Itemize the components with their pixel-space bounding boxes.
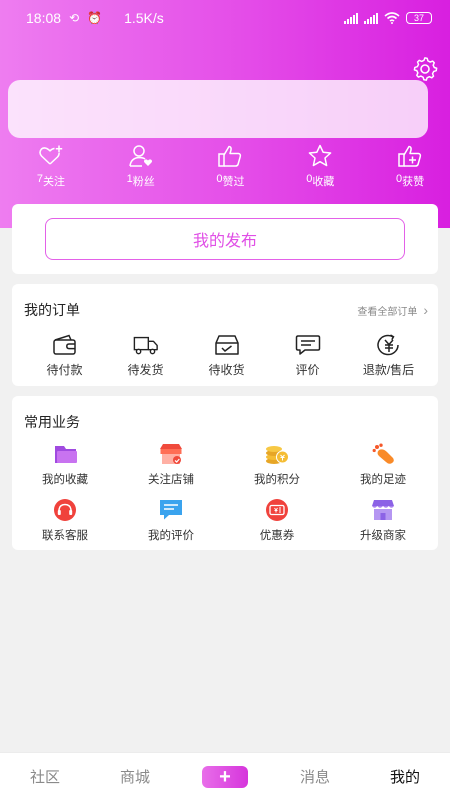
wifi-icon xyxy=(384,12,400,24)
folder-icon xyxy=(55,446,77,463)
footprint-icon xyxy=(372,443,394,464)
service-label: 优惠券 xyxy=(259,530,295,542)
stat-label: 获赞 xyxy=(402,176,425,188)
service-label: 我的收藏 xyxy=(42,474,88,486)
view-all-label: 查看全部订单 xyxy=(357,306,418,318)
service-label: 我的积分 xyxy=(254,474,300,486)
wallet-icon xyxy=(52,334,76,355)
view-all-orders-link[interactable]: 查看全部订单 › xyxy=(357,302,428,318)
create-post-button[interactable]: + xyxy=(202,765,248,788)
order-item-label: 待付款 xyxy=(46,363,83,377)
service-followed-stores[interactable]: 关注店铺 xyxy=(118,442,224,488)
order-to-review[interactable]: 评价 xyxy=(267,334,348,378)
thumbs-up-plus-icon xyxy=(398,145,422,167)
service-contact-support[interactable]: 联系客服 xyxy=(12,498,118,544)
order-refund[interactable]: 退款/售后 xyxy=(348,334,429,378)
network-speed: 1.5K/s xyxy=(124,10,164,26)
stat-label: 粉丝 xyxy=(132,176,155,188)
user-heart-icon xyxy=(128,145,152,167)
headset-icon xyxy=(54,499,76,521)
merchant-icon xyxy=(372,500,394,520)
service-my-footprints[interactable]: 我的足迹 xyxy=(330,442,436,488)
heart-plus-icon xyxy=(39,145,63,165)
comment-icon xyxy=(295,335,320,355)
sync-off-icon: ⟲ xyxy=(69,11,80,25)
tab-mall[interactable]: 商城 xyxy=(90,766,180,787)
order-item-label: 退款/售后 xyxy=(362,363,415,377)
stat-label: 收藏 xyxy=(312,176,335,188)
services-title: 常用业务 xyxy=(24,414,80,430)
order-item-label: 评价 xyxy=(295,363,320,377)
service-my-reviews[interactable]: 我的评价 xyxy=(118,498,224,544)
order-pending-shipment[interactable]: 待发货 xyxy=(105,334,186,378)
service-coupons[interactable]: 优惠券 xyxy=(224,498,330,544)
services-grid: 我的收藏 关注店铺 我的积分 我的足迹 联系客服 我的评价 优惠券 升级商家 xyxy=(12,442,438,544)
service-label: 我的评价 xyxy=(148,530,194,542)
tab-messages[interactable]: 消息 xyxy=(270,766,360,787)
my-publish-button[interactable]: 我的发布 xyxy=(45,218,405,260)
order-item-label: 待发货 xyxy=(127,363,164,377)
service-label: 关注店铺 xyxy=(148,474,194,486)
battery-icon: 37 xyxy=(406,12,432,24)
truck-icon xyxy=(133,336,158,355)
order-status-row: 待付款 待发货 待收货 评价 退款/售后 xyxy=(12,334,438,378)
stats-row: 7 关注 1 粉丝 0 赞过 0 收藏 0 获赞 xyxy=(0,144,450,190)
stat-liked[interactable]: 0 赞过 xyxy=(191,144,271,190)
orders-card: 我的订单 查看全部订单 › 待付款 待发货 待收货 评价 退款/售后 xyxy=(12,284,438,386)
publish-card: 我的发布 xyxy=(12,204,438,274)
service-my-points[interactable]: 我的积分 xyxy=(224,442,330,488)
services-card: 常用业务 我的收藏 关注店铺 我的积分 我的足迹 联系客服 我的评价 优惠券 升… xyxy=(12,396,438,550)
stat-label: 关注 xyxy=(42,176,65,188)
alarm-icon: ⏰ xyxy=(87,11,103,25)
status-bar: 18:08 ⟲ ⏰ 1.5K/s 37 xyxy=(0,0,450,36)
tab-mine[interactable]: 我的 xyxy=(360,766,450,787)
service-label: 我的足迹 xyxy=(360,474,406,486)
gear-icon[interactable] xyxy=(412,56,438,82)
stat-received-likes[interactable]: 0 获赞 xyxy=(370,144,450,190)
service-upgrade-merchant[interactable]: 升级商家 xyxy=(330,498,436,544)
service-label: 联系客服 xyxy=(42,530,88,542)
stat-label: 赞过 xyxy=(222,176,245,188)
tab-community[interactable]: 社区 xyxy=(0,766,90,787)
stat-collected[interactable]: 0 收藏 xyxy=(280,144,360,190)
service-label: 升级商家 xyxy=(360,530,406,542)
orders-title: 我的订单 xyxy=(24,302,80,318)
order-pending-receipt[interactable]: 待收货 xyxy=(186,334,267,378)
review-icon xyxy=(160,500,182,520)
order-item-label: 待收货 xyxy=(208,363,245,377)
star-icon xyxy=(308,144,332,167)
order-pending-payment[interactable]: 待付款 xyxy=(24,334,105,378)
chevron-right-icon: › xyxy=(423,302,428,318)
signal-icon xyxy=(344,12,358,24)
service-my-favorites[interactable]: 我的收藏 xyxy=(12,442,118,488)
inbox-icon xyxy=(214,335,239,355)
stat-fans[interactable]: 1 粉丝 xyxy=(101,144,181,190)
refund-icon xyxy=(376,334,399,356)
stat-following[interactable]: 7 关注 xyxy=(11,144,91,190)
coins-icon xyxy=(266,446,289,464)
thumbs-up-icon xyxy=(218,145,242,167)
store-icon xyxy=(160,444,182,464)
profile-card[interactable] xyxy=(8,80,428,138)
status-time: 18:08 xyxy=(26,10,62,26)
signal-icon xyxy=(364,12,378,24)
coupon-icon xyxy=(266,499,288,521)
bottom-tab-bar: 社区 商城 + 消息 我的 xyxy=(0,752,450,800)
